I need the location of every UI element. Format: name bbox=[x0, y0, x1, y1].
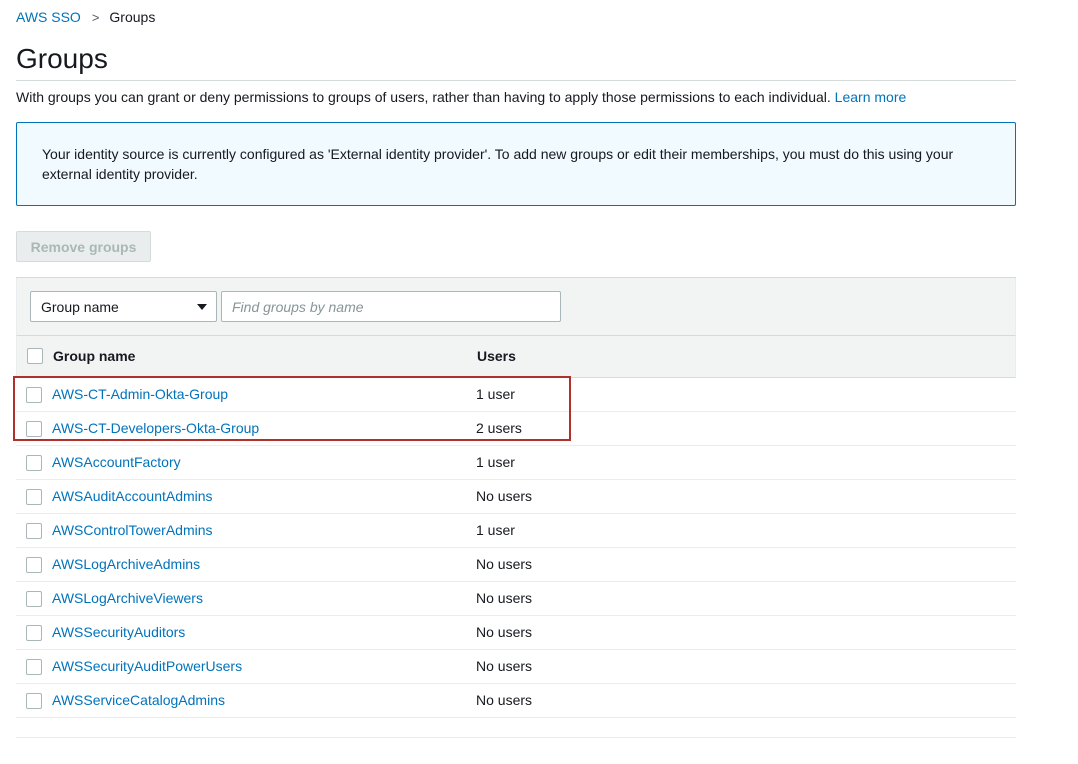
row-checkbox[interactable] bbox=[26, 489, 42, 505]
breadcrumb-aws-sso-link[interactable]: AWS SSO bbox=[16, 9, 81, 25]
group-user-count: No users bbox=[476, 658, 533, 674]
table-row: AWS-CT-Developers-Okta-Group 2 users bbox=[16, 412, 1016, 446]
row-checkbox[interactable] bbox=[26, 659, 42, 675]
page-title: Groups bbox=[16, 43, 108, 74]
table-row: AWSControlTowerAdmins 1 user bbox=[16, 514, 1016, 548]
row-checkbox[interactable] bbox=[26, 625, 42, 641]
table-row: AWSAuditAccountAdmins No users bbox=[16, 480, 1016, 514]
group-user-count: No users bbox=[476, 624, 533, 640]
search-input[interactable] bbox=[221, 291, 561, 322]
group-user-count: No users bbox=[476, 590, 533, 606]
group-name-link[interactable]: AWS-CT-Admin-Okta-Group bbox=[52, 386, 228, 402]
table-row: AWSLogArchiveAdmins No users bbox=[16, 548, 1016, 582]
table-row: AWSServiceCatalogAdmins No users bbox=[16, 684, 1016, 718]
caret-down-icon bbox=[197, 304, 207, 310]
filter-bar: Group name bbox=[16, 278, 1016, 336]
group-user-count: 2 users bbox=[476, 420, 522, 436]
row-checkbox[interactable] bbox=[26, 523, 42, 539]
table-row: AWSAccountFactory 1 user bbox=[16, 446, 1016, 480]
table-row: AWS-CT-Admin-Okta-Group 1 user bbox=[16, 378, 1016, 412]
group-name-link[interactable]: AWSLogArchiveViewers bbox=[52, 590, 203, 606]
group-user-count: 1 user bbox=[476, 522, 515, 538]
row-checkbox[interactable] bbox=[26, 591, 42, 607]
group-name-link[interactable]: AWSServiceCatalogAdmins bbox=[52, 692, 225, 708]
group-name-link[interactable]: AWSSecurityAuditors bbox=[52, 624, 185, 640]
description-text: With groups you can grant or deny permis… bbox=[16, 89, 831, 105]
filter-property-value: Group name bbox=[41, 298, 119, 315]
group-name-link[interactable]: AWSAuditAccountAdmins bbox=[52, 488, 213, 504]
page-description: With groups you can grant or deny permis… bbox=[16, 88, 906, 106]
filter-property-select[interactable]: Group name bbox=[30, 291, 217, 322]
breadcrumb: AWS SSO > Groups bbox=[16, 8, 155, 26]
table-bottom-divider bbox=[16, 737, 1016, 738]
group-user-count: No users bbox=[476, 556, 533, 572]
group-name-link[interactable]: AWSSecurityAuditPowerUsers bbox=[52, 658, 242, 674]
table-header: Group name Users bbox=[16, 336, 1016, 378]
remove-groups-button[interactable]: Remove groups bbox=[16, 231, 151, 262]
row-checkbox[interactable] bbox=[26, 557, 42, 573]
group-name-link[interactable]: AWSAccountFactory bbox=[52, 454, 181, 470]
row-checkbox[interactable] bbox=[26, 421, 42, 437]
breadcrumb-current: Groups bbox=[109, 9, 156, 25]
info-alert-message: Your identity source is currently config… bbox=[42, 146, 954, 182]
chevron-right-icon: > bbox=[91, 9, 100, 25]
group-user-count: 1 user bbox=[476, 454, 515, 470]
info-alert: Your identity source is currently config… bbox=[16, 122, 1016, 206]
learn-more-link[interactable]: Learn more bbox=[835, 89, 907, 105]
group-user-count: No users bbox=[476, 488, 533, 504]
groups-table: Group name Group name Users AWS-CT-Admin… bbox=[16, 277, 1016, 738]
table-row: AWSSecurityAuditPowerUsers No users bbox=[16, 650, 1016, 684]
group-user-count: 1 user bbox=[476, 386, 515, 402]
group-name-link[interactable]: AWSLogArchiveAdmins bbox=[52, 556, 200, 572]
row-checkbox[interactable] bbox=[26, 693, 42, 709]
select-all-checkbox[interactable] bbox=[27, 348, 43, 364]
table-row: AWSLogArchiveViewers No users bbox=[16, 582, 1016, 616]
group-name-link[interactable]: AWS-CT-Developers-Okta-Group bbox=[52, 420, 259, 436]
table-row: AWSSecurityAuditors No users bbox=[16, 616, 1016, 650]
column-header-users[interactable]: Users bbox=[477, 348, 516, 364]
group-name-link[interactable]: AWSControlTowerAdmins bbox=[52, 522, 213, 538]
row-checkbox[interactable] bbox=[26, 455, 42, 471]
row-checkbox[interactable] bbox=[26, 387, 42, 403]
group-user-count: No users bbox=[476, 692, 533, 708]
title-divider bbox=[16, 80, 1016, 81]
column-header-group-name[interactable]: Group name bbox=[53, 348, 135, 364]
table-body: AWS-CT-Admin-Okta-Group 1 user AWS-CT-De… bbox=[16, 378, 1016, 718]
